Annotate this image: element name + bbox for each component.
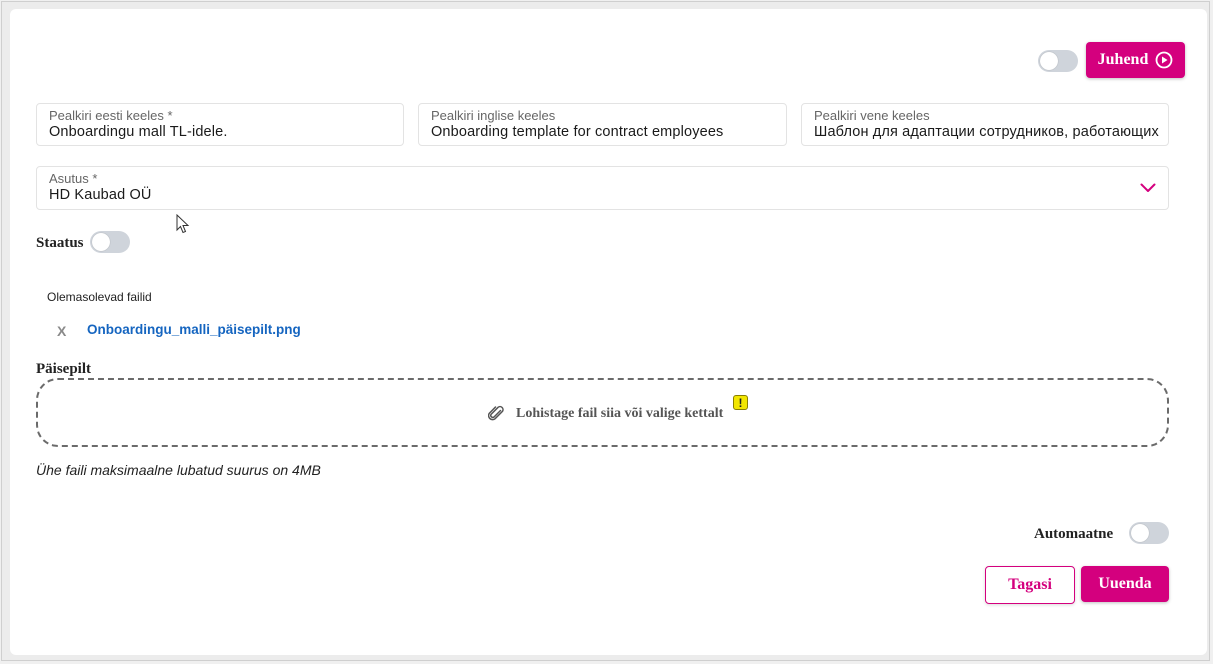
file-size-note: Ühe faili maksimaalne lubatud suurus on … xyxy=(36,462,321,478)
toggle-knob xyxy=(1040,52,1058,70)
form-card: Juhend Pealkiri eesti keeles * Onboardin… xyxy=(10,9,1207,655)
header-image-label: Päisepilt xyxy=(36,361,91,377)
update-button[interactable]: Uuenda xyxy=(1081,566,1169,602)
title-ru-label: Pealkiri vene keeles xyxy=(814,108,930,123)
guide-button-label: Juhend xyxy=(1097,51,1149,68)
chevron-down-icon xyxy=(1140,183,1156,192)
back-button[interactable]: Tagasi xyxy=(985,566,1075,604)
file-dropzone[interactable]: Lohistage fail siia või valige kettalt ! xyxy=(36,378,1169,447)
title-et-field[interactable]: Pealkiri eesti keeles * Onboardingu mall… xyxy=(36,103,404,146)
automatic-toggle[interactable] xyxy=(1129,522,1169,544)
institution-select[interactable]: Asutus * HD Kaubad OÜ xyxy=(36,166,1169,210)
toggle-knob xyxy=(1131,524,1149,542)
warning-icon: ! xyxy=(733,395,748,410)
status-toggle[interactable] xyxy=(90,231,130,253)
title-ru-value: Шаблон для адаптации сотрудников, работа… xyxy=(814,124,1159,140)
title-en-field[interactable]: Pealkiri inglise keeles Onboarding templ… xyxy=(418,103,787,146)
dropzone-text: Lohistage fail siia või valige kettalt xyxy=(516,406,724,421)
paperclip-icon xyxy=(488,405,504,421)
cursor-icon xyxy=(176,214,190,234)
play-circle-icon xyxy=(1155,51,1173,69)
automatic-label: Automaatne xyxy=(1034,526,1114,542)
file-link[interactable]: Onboardingu_malli_päisepilt.png xyxy=(87,322,301,337)
guide-button[interactable]: Juhend xyxy=(1086,42,1185,78)
title-en-value: Onboarding template for contract employe… xyxy=(431,124,724,140)
guide-toggle[interactable] xyxy=(1038,50,1078,72)
remove-file-button[interactable]: X xyxy=(57,323,66,339)
title-et-label: Pealkiri eesti keeles * xyxy=(49,108,173,123)
dropzone-content: Lohistage fail siia või valige kettalt xyxy=(488,405,723,423)
institution-value: HD Kaubad OÜ xyxy=(49,187,152,203)
institution-label: Asutus * xyxy=(49,171,98,186)
toggle-knob xyxy=(92,233,110,251)
window-frame: Juhend Pealkiri eesti keeles * Onboardin… xyxy=(1,1,1210,661)
back-button-label: Tagasi xyxy=(1008,576,1052,593)
existing-files-heading: Olemasolevad failid xyxy=(47,290,152,304)
update-button-label: Uuenda xyxy=(1098,575,1152,592)
status-label: Staatus xyxy=(36,235,84,251)
title-en-label: Pealkiri inglise keeles xyxy=(431,108,556,123)
title-ru-field[interactable]: Pealkiri vene keeles Шаблон для адаптаци… xyxy=(801,103,1169,146)
title-et-value: Onboardingu mall TL-idele. xyxy=(49,124,228,140)
